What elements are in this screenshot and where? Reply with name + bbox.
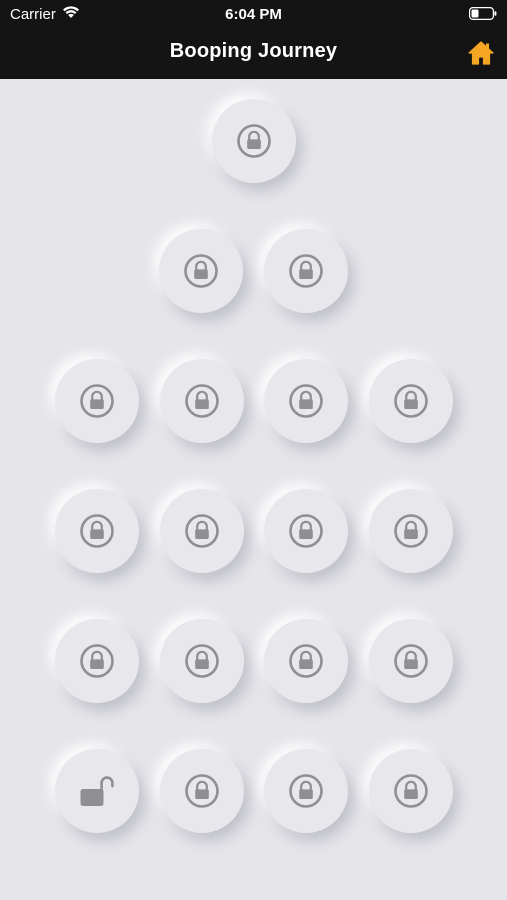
level-button-18[interactable] [264,749,348,833]
lock-circle-icon [394,384,428,418]
level-button-9[interactable] [160,489,244,573]
status-time: 6:04 PM [225,6,282,23]
lock-circle-icon [237,124,271,158]
top-bar: Carrier 6:04 PM Booping Journey [0,0,507,79]
lock-circle-icon [80,384,114,418]
home-icon[interactable] [467,39,495,67]
level-button-2[interactable] [159,229,243,313]
lock-circle-icon [394,514,428,548]
lock-circle-icon [80,644,114,678]
lock-circle-icon [80,514,114,548]
level-grid [0,79,507,900]
lock-circle-icon [289,644,323,678]
level-button-8[interactable] [55,489,139,573]
level-button-12[interactable] [55,619,139,703]
lock-circle-icon [185,774,219,808]
level-button-17[interactable] [160,749,244,833]
level-button-3[interactable] [264,229,348,313]
level-button-11[interactable] [369,489,453,573]
status-bar: Carrier 6:04 PM [0,0,507,28]
level-button-14[interactable] [264,619,348,703]
lock-circle-icon [394,774,428,808]
lock-circle-icon [185,644,219,678]
battery-icon [469,7,497,20]
lock-circle-icon [394,644,428,678]
level-button-1[interactable] [212,99,296,183]
lock-circle-icon [289,514,323,548]
lock-circle-icon [185,514,219,548]
level-button-16[interactable] [55,749,139,833]
lock-circle-icon [289,254,323,288]
level-button-6[interactable] [264,359,348,443]
lock-circle-icon [185,384,219,418]
lock-circle-icon [184,254,218,288]
lock-circle-icon [289,384,323,418]
level-button-7[interactable] [369,359,453,443]
page-title: Booping Journey [169,40,338,62]
level-button-5[interactable] [160,359,244,443]
level-button-4[interactable] [55,359,139,443]
level-button-15[interactable] [369,619,453,703]
level-button-10[interactable] [264,489,348,573]
level-button-13[interactable] [160,619,244,703]
level-button-19[interactable] [369,749,453,833]
lock-circle-icon [289,774,323,808]
unlocked-padlock-icon [80,776,114,806]
